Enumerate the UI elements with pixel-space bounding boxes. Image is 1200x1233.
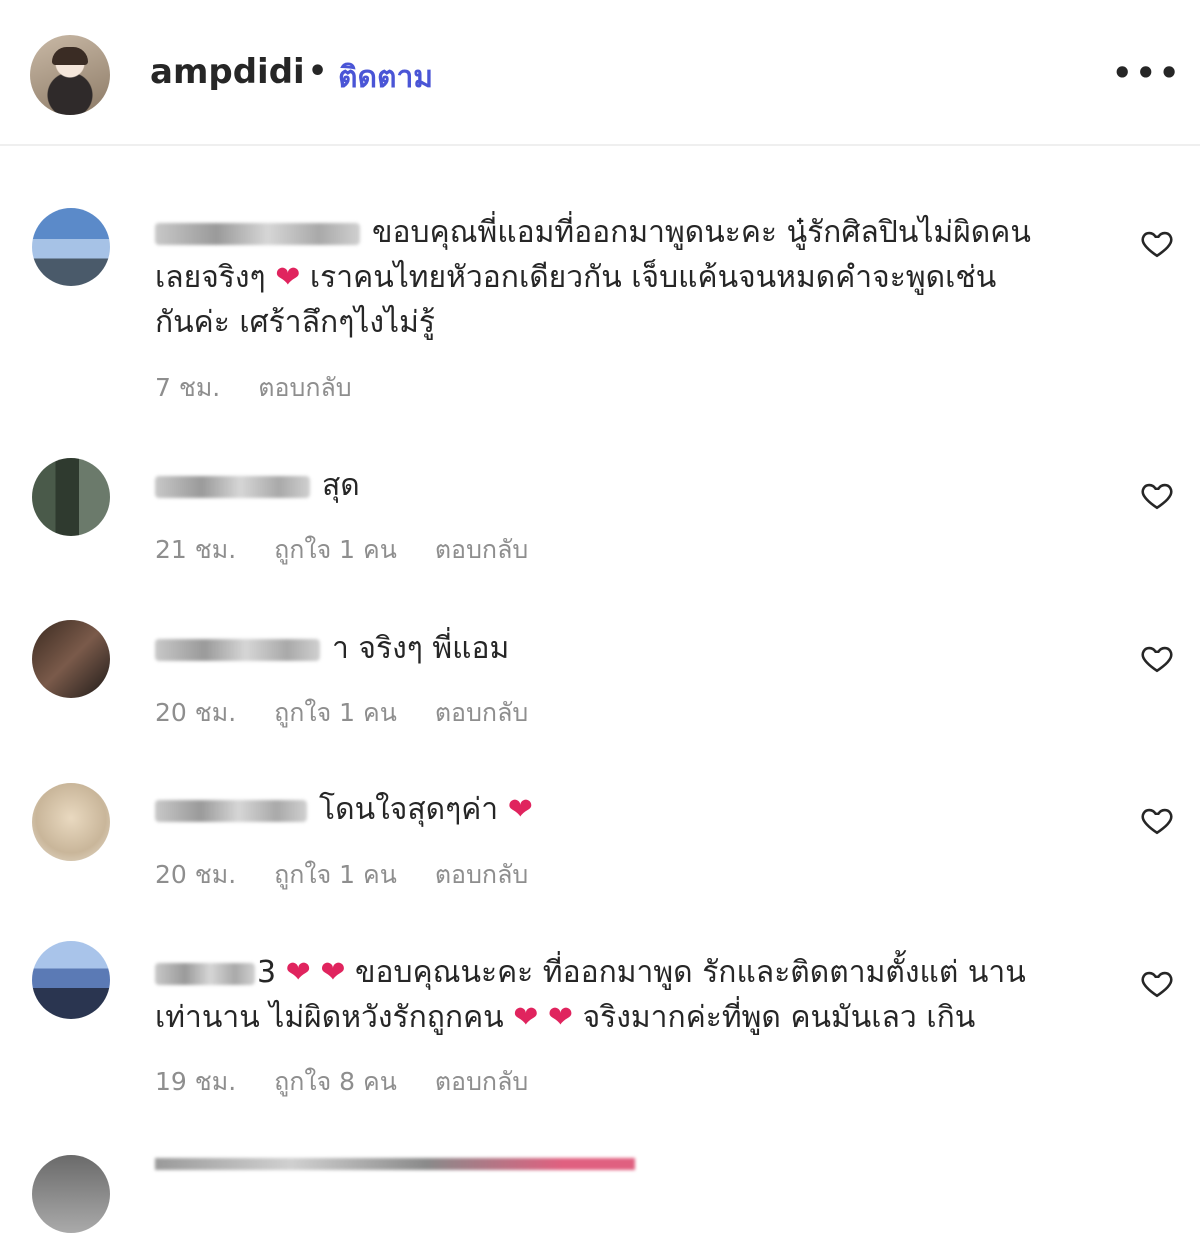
commenter-avatar[interactable] — [32, 208, 110, 286]
commenter-avatar[interactable] — [32, 458, 110, 536]
comment-text-line: เท่านาน ไม่ผิดหวังรักถูกคน — [155, 1000, 504, 1035]
reply-button[interactable]: ตอบกลับ — [258, 373, 351, 402]
separator-dot: • — [308, 54, 328, 89]
comment-time: 20 ชม. — [155, 860, 237, 889]
comment-text-line: ขอบคุณพี่แอมที่ออกมาพูดนะคะ นู๋รักศิลปิน… — [372, 215, 1031, 250]
commenter-avatar[interactable] — [32, 941, 110, 1019]
reply-button[interactable]: ตอบกลับ — [435, 1067, 528, 1096]
heart-emoji: ❤ ❤ — [513, 1000, 574, 1035]
comment-likes[interactable]: ถูกใจ 1 คน — [274, 860, 397, 889]
like-heart-icon[interactable] — [1140, 966, 1174, 1000]
comment-likes[interactable]: ถูกใจ 1 คน — [274, 535, 397, 564]
comment-text-line: กันค่ะ เศร้าลึกๆไงไม่รู้ — [155, 305, 436, 340]
comment-text-blurred-partial — [155, 1158, 635, 1170]
comment-text-line: สุด — [322, 468, 360, 503]
reply-button[interactable]: ตอบกลับ — [435, 535, 528, 564]
comment-meta: 20 ชม. ถูกใจ 1 คน ตอบกลับ — [155, 693, 558, 733]
commenter-username-blurred[interactable] — [155, 475, 310, 498]
comment-text-line: า จริงๆ พี่แอม — [332, 631, 510, 666]
comment-time: 20 ชม. — [155, 698, 237, 727]
author-username[interactable]: ampdidi — [150, 52, 305, 92]
comment-meta: 21 ชม. ถูกใจ 1 คน ตอบกลับ — [155, 530, 558, 570]
comment-text-line: เราคนไทยหัวอกเดียวกัน เจ็บแค้นจนหมดคำจะพ… — [309, 260, 997, 295]
comment-meta: 19 ชม. ถูกใจ 8 คน ตอบกลับ — [155, 1062, 558, 1102]
comment-text-line: จริงมากค่ะที่พูด คนมันเลว เกิน — [582, 1000, 976, 1035]
comment-time: 19 ชม. — [155, 1067, 237, 1096]
comment-text: า จริงๆ พี่แอม — [155, 626, 1115, 671]
comment-text-line: ขอบคุณนะคะ ที่ออกมาพูด รักและติดตามตั้งแ… — [355, 955, 1026, 990]
commenter-username-blurred[interactable] — [155, 222, 360, 245]
like-heart-icon[interactable] — [1140, 641, 1174, 675]
comment-likes[interactable]: ถูกใจ 8 คน — [274, 1067, 397, 1096]
comment-time: 21 ชม. — [155, 535, 237, 564]
more-options-icon[interactable]: ••• — [1112, 54, 1182, 92]
comment-text-line: 3 — [257, 955, 277, 990]
follow-button[interactable]: ติดตาม — [338, 54, 433, 101]
commenter-avatar[interactable] — [32, 783, 110, 861]
comment-time: 7 ชม. — [155, 373, 221, 402]
comment-text: 3 ❤ ❤ ขอบคุณนะคะ ที่ออกมาพูด รักและติดตา… — [155, 950, 1115, 1040]
author-avatar[interactable] — [30, 35, 110, 115]
comment-text-line: เลยจริงๆ — [155, 260, 266, 295]
commenter-avatar[interactable] — [32, 620, 110, 698]
reply-button[interactable]: ตอบกลับ — [435, 698, 528, 727]
like-heart-icon[interactable] — [1140, 226, 1174, 260]
comment-likes[interactable]: ถูกใจ 1 คน — [274, 698, 397, 727]
heart-emoji: ❤ — [507, 792, 533, 827]
like-heart-icon[interactable] — [1140, 478, 1174, 512]
comment-text: ขอบคุณพี่แอมที่ออกมาพูดนะคะ นู๋รักศิลปิน… — [155, 210, 1115, 345]
comment-meta: 7 ชม. ตอบกลับ — [155, 368, 382, 408]
commenter-username-blurred[interactable] — [155, 638, 320, 661]
comment-text: โดนใจสุดๆค่า ❤ — [155, 787, 1115, 832]
comment-meta: 20 ชม. ถูกใจ 1 คน ตอบกลับ — [155, 855, 558, 895]
like-heart-icon[interactable] — [1140, 803, 1174, 837]
comment-text: สุด — [155, 463, 1115, 508]
reply-button[interactable]: ตอบกลับ — [435, 860, 528, 889]
commenter-username-blurred[interactable] — [155, 799, 307, 822]
heart-emoji: ❤ ❤ — [285, 955, 346, 990]
post-header: ampdidi • ติดตาม ••• — [0, 0, 1200, 146]
commenter-username-blurred[interactable] — [155, 962, 255, 985]
comment-text-line: โดนใจสุดๆค่า — [319, 792, 499, 827]
heart-emoji: ❤ — [275, 260, 301, 295]
